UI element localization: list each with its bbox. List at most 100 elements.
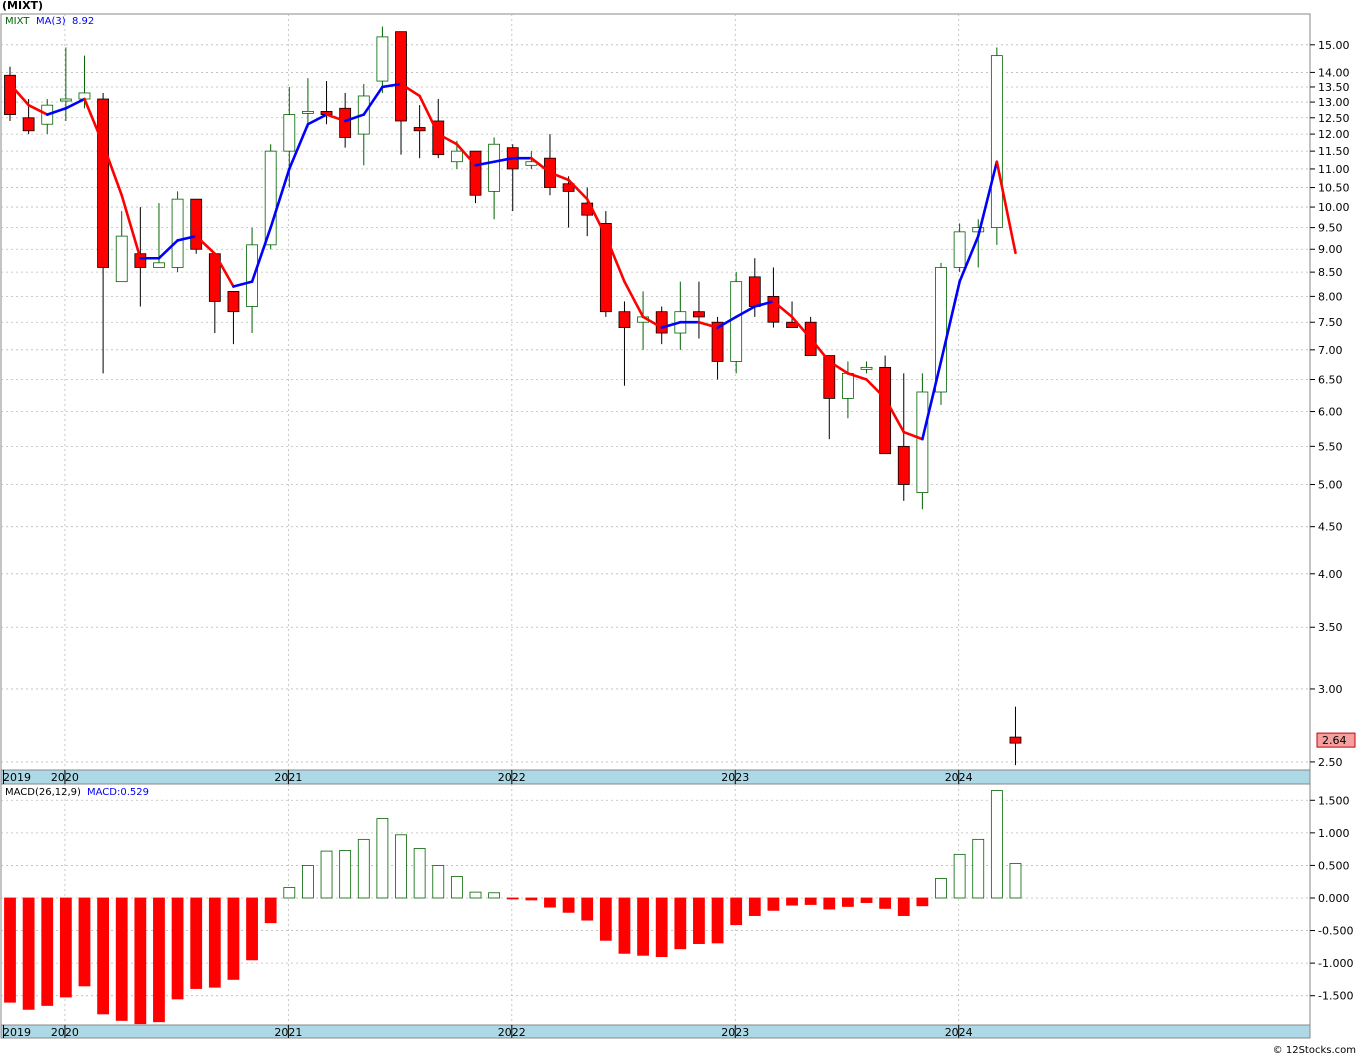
price-tick-label: 11.50 bbox=[1318, 145, 1350, 158]
year-label: 2021 bbox=[274, 1026, 302, 1039]
candle bbox=[916, 373, 929, 510]
price-tick-label: 14.00 bbox=[1318, 66, 1350, 79]
macd-bar bbox=[469, 891, 482, 899]
macd-tick-label: 1.000 bbox=[1318, 827, 1350, 840]
candle-body bbox=[283, 114, 296, 152]
macd-bar bbox=[693, 897, 705, 944]
candle-body bbox=[450, 150, 463, 163]
candle bbox=[935, 262, 947, 405]
macd-bar bbox=[804, 897, 817, 905]
macd-bar bbox=[208, 897, 221, 988]
macd-bar bbox=[990, 790, 1003, 899]
macd-bar bbox=[748, 897, 761, 916]
year-label: 2021 bbox=[274, 771, 302, 784]
candle-body bbox=[916, 391, 929, 493]
macd-bar bbox=[525, 897, 538, 901]
candle-body bbox=[4, 74, 16, 115]
macd-tick-label: -1.000 bbox=[1318, 957, 1353, 970]
price-tick-label: 11.00 bbox=[1318, 163, 1350, 176]
macd-bar bbox=[544, 897, 556, 908]
candle bbox=[171, 191, 184, 273]
candle-body bbox=[153, 262, 165, 268]
candle-body bbox=[860, 366, 873, 370]
macd-bar bbox=[581, 897, 594, 921]
candle-body bbox=[413, 127, 426, 132]
price-tick-label: 10.00 bbox=[1318, 201, 1350, 214]
candle-body bbox=[190, 198, 203, 250]
macd-bar bbox=[842, 897, 854, 907]
candle-body bbox=[469, 150, 482, 196]
macd-bar bbox=[823, 897, 836, 910]
price-tick-label: 8.50 bbox=[1318, 266, 1343, 279]
price-tick-label: 7.00 bbox=[1318, 344, 1343, 357]
macd-bar bbox=[599, 897, 612, 941]
price-tick-label: 3.50 bbox=[1318, 621, 1343, 634]
macd-bar bbox=[376, 818, 389, 899]
year-label: 2024 bbox=[945, 1026, 973, 1039]
year-label: 2020 bbox=[51, 771, 79, 784]
macd-bar bbox=[97, 897, 109, 1015]
candle-body bbox=[115, 235, 128, 283]
macd-bar bbox=[730, 897, 743, 926]
macd-legend-label: MACD(26,12,9) bbox=[5, 787, 81, 798]
macd-bar bbox=[413, 848, 426, 899]
macd-bar bbox=[227, 897, 240, 980]
macd-bar bbox=[134, 897, 147, 1025]
macd-bar bbox=[953, 853, 966, 899]
price-tick-label: 12.00 bbox=[1318, 128, 1350, 141]
candle-body bbox=[842, 372, 854, 399]
macd-bar bbox=[767, 897, 780, 911]
macd-bar bbox=[860, 897, 873, 903]
macd-bar bbox=[618, 897, 631, 954]
macd-bar bbox=[153, 897, 165, 1023]
price-and-macd-chart: 2.50 3.00 3.50 4.00 4.50 5.00 5.50 6.00 6.50 7.00… bbox=[0, 13, 1356, 1039]
year-label: 2023 bbox=[721, 771, 749, 784]
candle-body bbox=[730, 281, 743, 362]
macd-bar bbox=[711, 897, 724, 944]
macd-bar bbox=[916, 897, 929, 907]
candle-body bbox=[227, 291, 240, 313]
candle-body bbox=[22, 117, 35, 132]
candle bbox=[804, 316, 817, 356]
candle-body bbox=[953, 231, 966, 268]
price-tick-label: 9.50 bbox=[1318, 222, 1343, 235]
macd-bar bbox=[637, 897, 649, 956]
year-label: 2019 bbox=[3, 771, 31, 784]
price-tick-label: 15.00 bbox=[1318, 39, 1350, 52]
candle-body bbox=[655, 311, 668, 334]
candle bbox=[264, 144, 277, 250]
price-tick-label: 2.50 bbox=[1318, 756, 1343, 769]
macd-bar bbox=[488, 892, 501, 899]
candle-body bbox=[618, 311, 631, 328]
candle-body bbox=[879, 366, 892, 455]
candle-body bbox=[395, 31, 407, 122]
macd-bar bbox=[972, 838, 985, 899]
macd-bar bbox=[41, 897, 54, 1006]
macd-bar bbox=[78, 897, 91, 987]
macd-tick-label: 1.500 bbox=[1318, 794, 1350, 807]
price-tick-label: 8.00 bbox=[1318, 290, 1343, 303]
year-label: 2019 bbox=[3, 1026, 31, 1039]
year-label: 2024 bbox=[945, 771, 973, 784]
macd-bar bbox=[115, 897, 128, 1021]
candle-body bbox=[97, 98, 109, 268]
macd-bar bbox=[357, 838, 370, 899]
macd-bar bbox=[339, 850, 352, 899]
price-tick-label: 3.00 bbox=[1318, 683, 1343, 696]
macd-tick-label: 0.500 bbox=[1318, 859, 1350, 872]
price-tick-label: 4.50 bbox=[1318, 521, 1343, 534]
candle-body bbox=[171, 198, 184, 268]
macd-bar bbox=[674, 897, 687, 950]
macd-bar bbox=[432, 865, 445, 899]
price-tick-label: 6.50 bbox=[1318, 373, 1343, 386]
price-tick-label: 6.00 bbox=[1318, 406, 1343, 419]
macd-legend-value: MACD:0.529 bbox=[87, 787, 149, 798]
legend-ma-label: MA(3) bbox=[36, 16, 66, 27]
price-tick-label: 12.50 bbox=[1318, 112, 1350, 125]
price-tick-label: 4.00 bbox=[1318, 568, 1343, 581]
price-tick-label: 7.50 bbox=[1318, 316, 1343, 329]
candle-body bbox=[1009, 736, 1022, 744]
candle-body bbox=[693, 311, 705, 318]
year-label: 2022 bbox=[498, 1026, 526, 1039]
macd-bar bbox=[22, 897, 35, 1010]
